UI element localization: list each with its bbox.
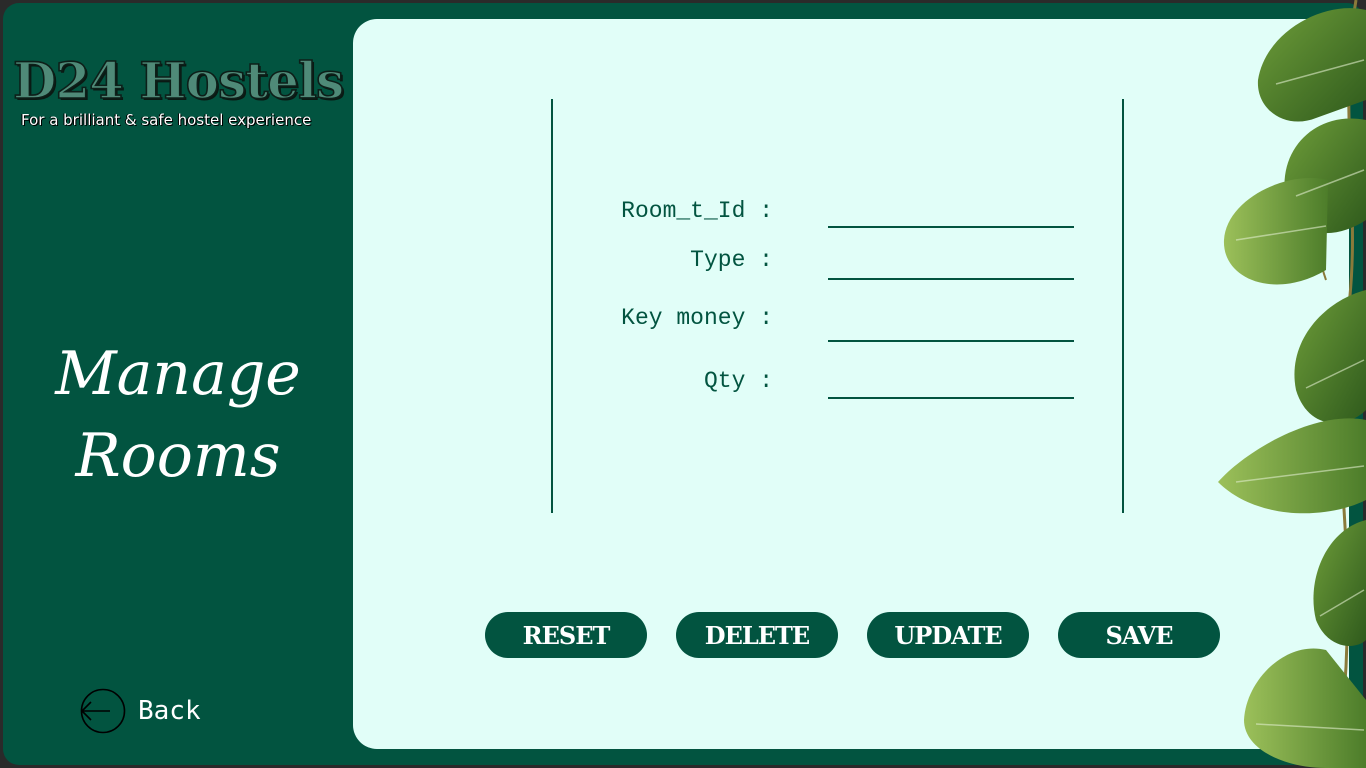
save-button[interactable]: SAVE bbox=[1058, 612, 1220, 658]
page-title: Manage Rooms bbox=[3, 333, 353, 497]
room-type-id-label: Room_t_Id : bbox=[621, 198, 773, 224]
arrow-left-circle-icon bbox=[80, 688, 126, 734]
back-label: Back bbox=[138, 696, 201, 726]
form-divider-right bbox=[1122, 99, 1124, 513]
type-label: Type : bbox=[690, 247, 773, 273]
qty-label: Qty : bbox=[703, 368, 773, 394]
back-button[interactable]: Back bbox=[80, 686, 201, 736]
page-title-line1: Manage bbox=[55, 339, 301, 409]
page-title-line2: Rooms bbox=[75, 421, 281, 491]
qty-input[interactable] bbox=[828, 369, 1074, 399]
app-root: D24 Hostels For a brilliant & safe hoste… bbox=[0, 0, 1366, 768]
delete-button[interactable]: DELETE bbox=[676, 612, 838, 658]
content-panel: Room_t_Id : Type : Key money : Qty : RES… bbox=[353, 19, 1349, 749]
logo-title: D24 Hostels bbox=[12, 51, 345, 110]
key-money-label: Key money : bbox=[621, 305, 773, 331]
logo: D24 Hostels For a brilliant & safe hoste… bbox=[12, 51, 345, 129]
logo-tagline: For a brilliant & safe hostel experience bbox=[21, 111, 312, 129]
reset-button[interactable]: RESET bbox=[485, 612, 647, 658]
update-button[interactable]: UPDATE bbox=[867, 612, 1029, 658]
type-input[interactable] bbox=[828, 250, 1074, 280]
key-money-input[interactable] bbox=[828, 312, 1074, 342]
room-type-id-input[interactable] bbox=[828, 198, 1074, 228]
main-window: D24 Hostels For a brilliant & safe hoste… bbox=[3, 3, 1363, 765]
